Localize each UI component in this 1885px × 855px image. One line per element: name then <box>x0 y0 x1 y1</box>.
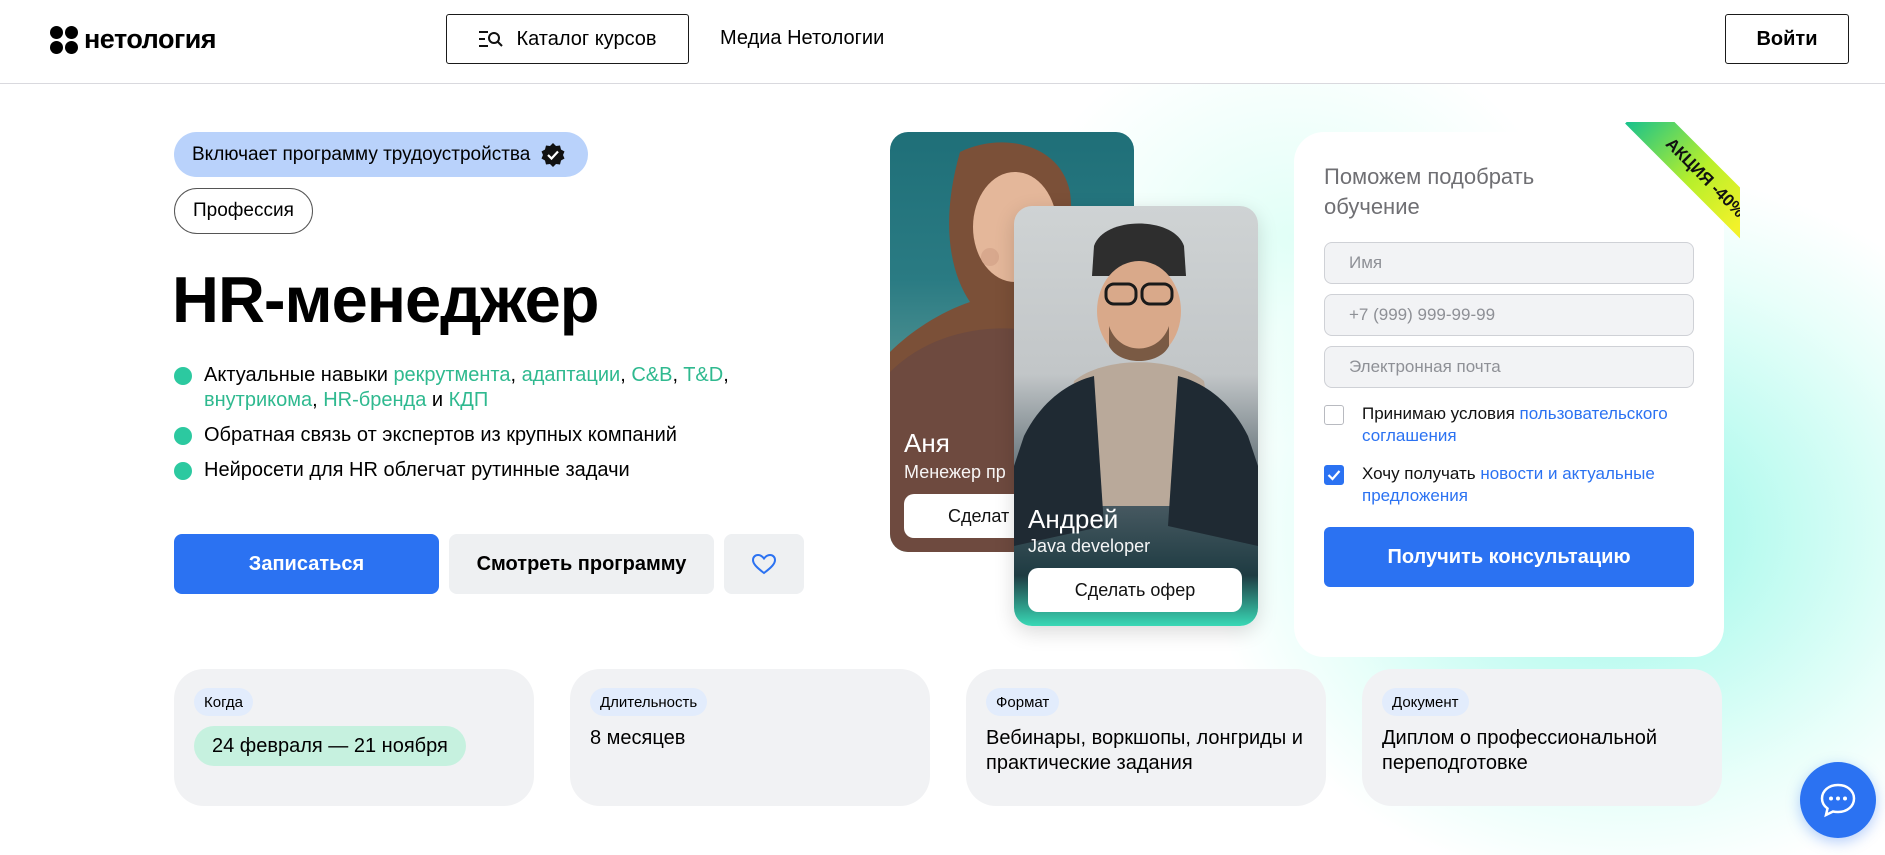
tile-label: Длительность <box>590 688 708 716</box>
page-title: HR-менеджер <box>172 263 600 336</box>
logo-text: нетология <box>84 24 217 54</box>
checkmark-icon <box>1327 470 1341 481</box>
catalog-label: Каталог курсов <box>516 27 657 50</box>
feature-list: Актуальные навыки рекрутмента, адаптации… <box>174 363 729 493</box>
mentor-card-andrey: Андрей Java developer Сделать офер <box>1014 206 1258 626</box>
get-consultation-button[interactable]: Получить консультацию <box>1324 527 1694 587</box>
format-value: Вебинары, воркшопы, лонгриды и практичес… <box>986 727 1303 774</box>
heart-icon <box>751 553 777 575</box>
form-title: Поможем подобрать обучение <box>1324 164 1535 219</box>
tile-label: Документ <box>1382 688 1469 716</box>
tile-label: Формат <box>986 688 1060 716</box>
skill-link[interactable]: рекрутмента <box>393 364 510 386</box>
skill-link[interactable]: HR-бренда <box>323 389 426 411</box>
skill-link[interactable]: внутрикома <box>204 389 312 411</box>
mentor-name: Андрей <box>1028 504 1119 534</box>
tile-label: Когда <box>194 688 253 716</box>
skill-link[interactable]: T&D <box>683 364 723 386</box>
make-offer-button[interactable]: Сделать офер <box>1028 568 1242 612</box>
agree-checkbox[interactable] <box>1324 405 1344 425</box>
info-tile-duration: Длительность 8 месяцев <box>570 669 930 806</box>
feature-item: Актуальные навыки рекрутмента, адаптации… <box>174 363 729 413</box>
agree-row: Принимаю условия пользовательского согла… <box>1324 403 1704 447</box>
employment-badge-label: Включает программу трудоустройства <box>192 143 531 165</box>
chat-bubble-icon <box>1820 783 1856 818</box>
view-program-button[interactable]: Смотреть программу <box>449 534 714 594</box>
info-tile-format: Формат Вебинары, воркшопы, лонгриды и пр… <box>966 669 1326 806</box>
promo-ribbon: АКЦИЯ -40% <box>1580 122 1740 272</box>
mentor-name: Аня <box>904 428 950 458</box>
info-tile-document: Документ Диплом о профессиональной переп… <box>1362 669 1722 806</box>
employment-badge: Включает программу трудоустройства <box>174 132 589 177</box>
skill-link[interactable]: C&B <box>631 364 672 386</box>
document-value: Диплом о профессиональной переподготовке <box>1382 727 1658 774</box>
media-link[interactable]: Медиа Нетологии <box>720 27 884 50</box>
enroll-button[interactable]: Записаться <box>174 534 439 594</box>
person-photo-andrey <box>1014 223 1258 546</box>
duration-value: 8 месяцев <box>590 727 686 749</box>
news-checkbox[interactable] <box>1324 465 1344 485</box>
promo-label: АКЦИЯ -40% <box>1625 122 1740 258</box>
agree-text: Принимаю условия <box>1362 404 1520 423</box>
logo-mark-icon <box>50 25 78 54</box>
profession-badge: Профессия <box>174 188 313 234</box>
email-field[interactable] <box>1324 346 1694 388</box>
chat-button[interactable] <box>1800 762 1876 838</box>
info-tile-when: Когда 24 февраля — 21 ноября <box>174 669 534 806</box>
mentor-role: Менежер пр <box>904 462 1006 482</box>
login-button[interactable]: Войти <box>1725 14 1849 64</box>
mentor-role: Java developer <box>1028 536 1151 556</box>
phone-field[interactable] <box>1324 294 1694 336</box>
news-row: Хочу получать новости и актуальные предл… <box>1324 463 1704 507</box>
dates-value: 24 февраля — 21 ноября <box>194 726 466 766</box>
feature-item: Нейросети для HR облегчат рутинные задач… <box>174 458 729 483</box>
skill-link[interactable]: КДП <box>449 389 489 411</box>
site-header: нетология Каталог курсов Медиа Нетологии… <box>0 0 1885 84</box>
catalog-search-icon <box>479 31 504 47</box>
verified-icon <box>541 142 565 167</box>
catalog-button[interactable]: Каталог курсов <box>446 14 689 64</box>
favorite-button[interactable] <box>724 534 804 594</box>
news-text: Хочу получать <box>1362 464 1481 483</box>
feature-item: Обратная связь от экспертов из крупных к… <box>174 423 729 448</box>
logo[interactable]: нетология <box>50 24 217 55</box>
skill-link[interactable]: адаптации <box>522 364 621 386</box>
